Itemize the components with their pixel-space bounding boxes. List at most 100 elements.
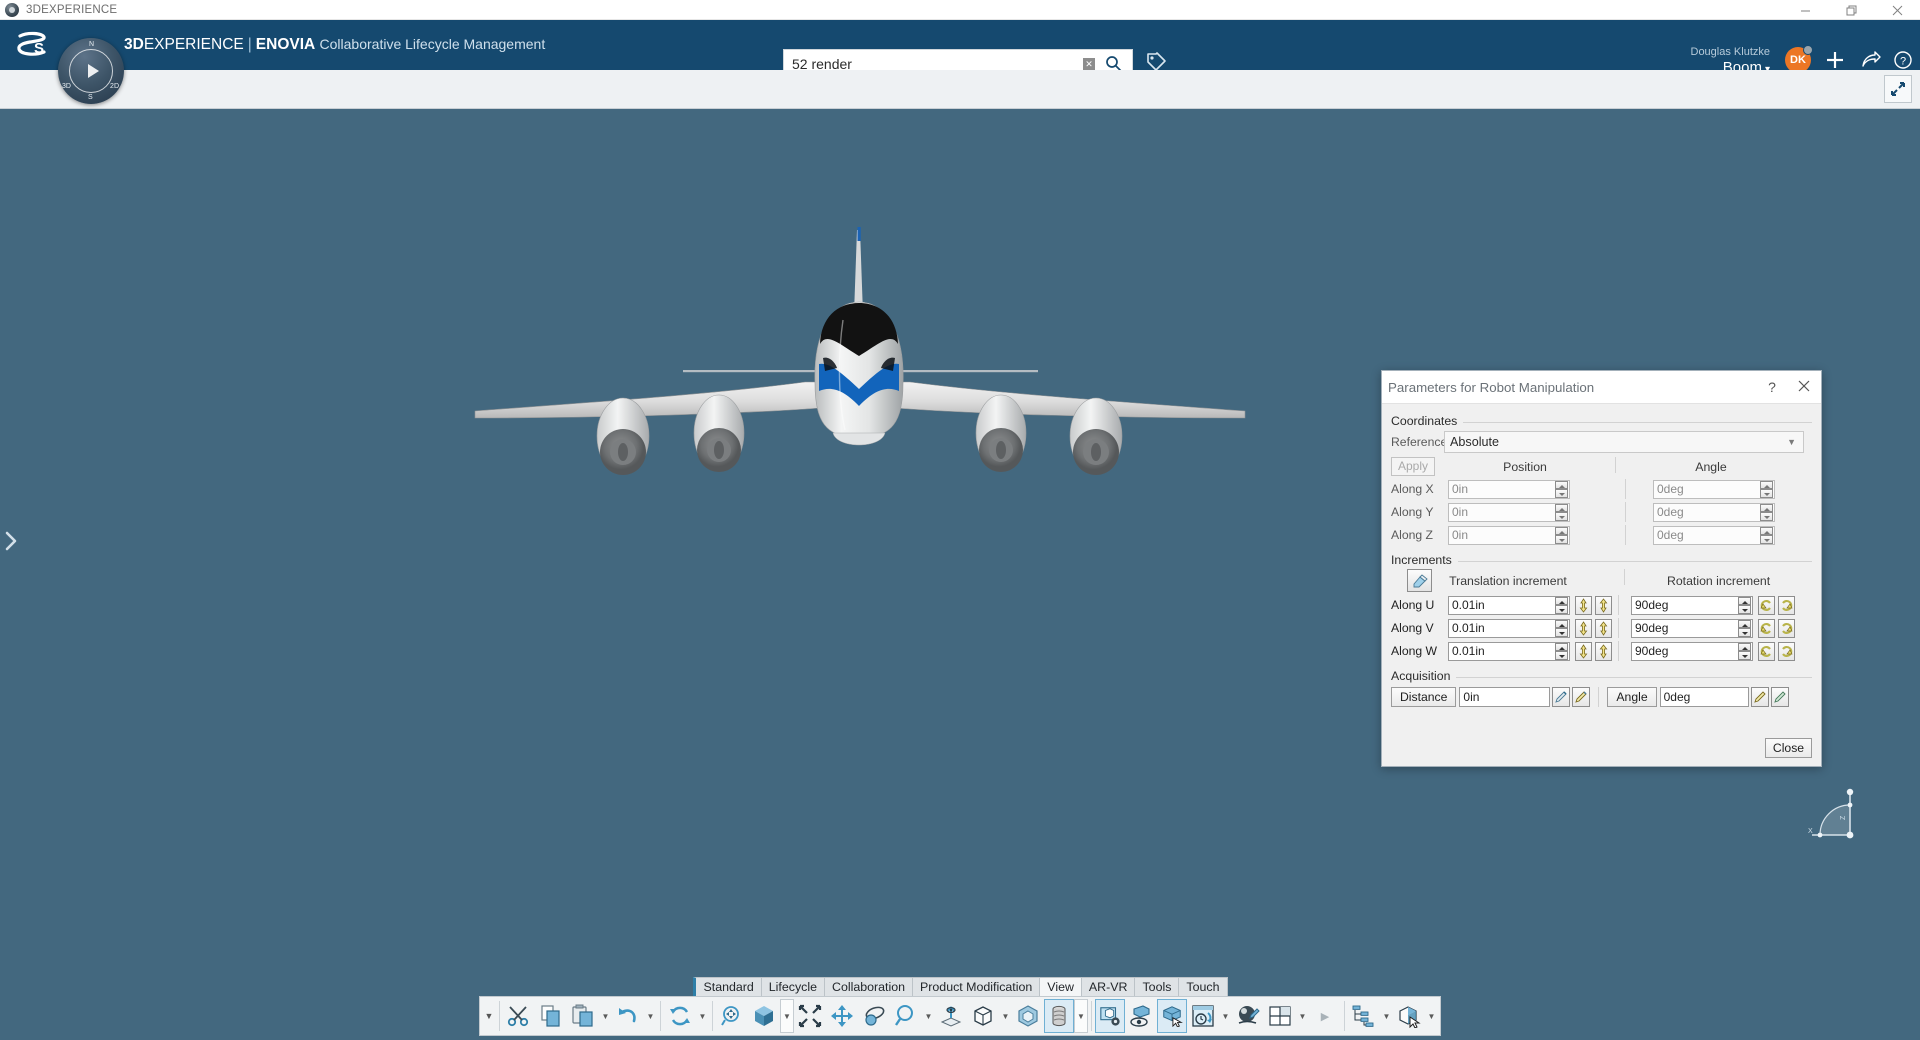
translation-v-stepper[interactable] (1555, 620, 1568, 637)
rotation-u-field[interactable]: 90deg (1631, 596, 1753, 615)
render-style-icon[interactable] (1012, 998, 1044, 1034)
3d-viewport[interactable]: Z X Parameters for Robot Manipulation ? … (0, 109, 1920, 1040)
rotate-cw-icon[interactable] (1778, 642, 1795, 661)
hide-show-icon[interactable] (1125, 998, 1157, 1034)
3d-compass-icon[interactable]: N S 3D 2D (58, 38, 124, 104)
copy-icon[interactable] (535, 998, 567, 1034)
swap-visible-space-icon[interactable] (1157, 999, 1187, 1033)
view-cube-dropdown-icon[interactable]: ▼ (780, 999, 794, 1033)
translation-u-field[interactable]: 0.01in (1448, 596, 1570, 615)
tab-ar-vr[interactable]: AR-VR (1081, 977, 1136, 996)
toolbar-overflow-icon[interactable]: ▼ (482, 997, 496, 1035)
eraser-icon[interactable] (1407, 569, 1432, 592)
grid-icon[interactable] (1264, 998, 1296, 1034)
translation-v-field[interactable]: 0.01in (1448, 619, 1570, 638)
distance-field[interactable]: 0in (1459, 687, 1550, 707)
minimize-button[interactable] (1782, 0, 1828, 20)
apply-button[interactable]: Apply (1391, 457, 1435, 476)
view-mode-dropdown-icon[interactable]: ▼ (999, 998, 1012, 1034)
pick-angle-icon[interactable] (1751, 687, 1769, 707)
chevron-down-icon[interactable]: ▼ (1787, 437, 1796, 447)
clear-icon[interactable]: ✕ (1083, 58, 1095, 70)
pan-icon[interactable] (826, 998, 858, 1034)
tab-tools[interactable]: Tools (1134, 977, 1179, 996)
undo-dropdown-icon[interactable]: ▼ (644, 998, 657, 1034)
dialog-title-bar[interactable]: Parameters for Robot Manipulation ? (1382, 371, 1821, 404)
update-dropdown-icon[interactable]: ▼ (696, 998, 709, 1034)
tab-collaboration[interactable]: Collaboration (824, 977, 913, 996)
dialog-close-icon[interactable] (1787, 379, 1821, 395)
rotate-icon[interactable] (858, 998, 890, 1034)
arrow-down-icon[interactable] (1575, 619, 1592, 638)
rotate-ccw-icon[interactable] (1758, 596, 1775, 615)
tree-dropdown-icon[interactable]: ▼ (1380, 998, 1393, 1034)
angle-x-stepper[interactable] (1760, 481, 1773, 498)
rotate-ccw-icon[interactable] (1758, 619, 1775, 638)
edit-environment-icon[interactable] (1232, 998, 1264, 1034)
close-button[interactable] (1874, 0, 1920, 20)
position-y-stepper[interactable] (1555, 504, 1568, 521)
position-z-field[interactable]: 0in (1448, 526, 1570, 545)
rotate-cw-icon[interactable] (1778, 619, 1795, 638)
chevron-right-icon[interactable] (4, 529, 18, 557)
pick-angle-alt-icon[interactable] (1771, 687, 1789, 707)
tab-product-modification[interactable]: Product Modification (912, 977, 1040, 996)
rotation-v-field[interactable]: 90deg (1631, 619, 1753, 638)
paste-dropdown-icon[interactable]: ▼ (599, 998, 612, 1034)
angle-button[interactable]: Angle (1607, 687, 1656, 707)
angle-x-field[interactable]: 0deg (1653, 480, 1775, 499)
pick-distance-icon[interactable] (1552, 687, 1570, 707)
tab-lifecycle[interactable]: Lifecycle (761, 977, 825, 996)
play-icon[interactable]: ▶ (1309, 998, 1341, 1034)
arrow-up-icon[interactable] (1595, 642, 1612, 661)
position-x-stepper[interactable] (1555, 481, 1568, 498)
tab-touch[interactable]: Touch (1178, 977, 1227, 996)
arrow-down-icon[interactable] (1575, 642, 1592, 661)
update-icon[interactable] (664, 998, 696, 1034)
cut-icon[interactable] (503, 998, 535, 1034)
pan-zoom-icon[interactable] (716, 998, 748, 1034)
tab-view[interactable]: View (1039, 977, 1082, 996)
3ds-logo-icon[interactable]: S (8, 29, 60, 61)
angle-z-stepper[interactable] (1760, 527, 1773, 544)
arrow-down-icon[interactable] (1575, 596, 1592, 615)
view-cube-icon[interactable] (967, 998, 999, 1034)
dialog-close-button[interactable]: Close (1765, 738, 1812, 758)
arrow-up-icon[interactable] (1595, 596, 1612, 615)
rotation-v-stepper[interactable] (1738, 620, 1751, 637)
history-icon[interactable] (1187, 998, 1219, 1034)
rotation-w-stepper[interactable] (1738, 643, 1751, 660)
restore-button[interactable] (1828, 0, 1874, 20)
fit-all-icon[interactable] (794, 998, 826, 1034)
position-y-field[interactable]: 0in (1448, 503, 1570, 522)
pick-distance-alt-icon[interactable] (1572, 687, 1590, 707)
normal-view-icon[interactable] (935, 998, 967, 1034)
clipping-icon[interactable] (1044, 999, 1074, 1033)
collapse-expand-icon[interactable] (1884, 75, 1912, 103)
dialog-help-button[interactable]: ? (1757, 379, 1787, 395)
translation-w-stepper[interactable] (1555, 643, 1568, 660)
position-x-field[interactable]: 0in (1448, 480, 1570, 499)
rotate-cw-icon[interactable] (1778, 596, 1795, 615)
grid-dropdown-icon[interactable]: ▼ (1296, 998, 1309, 1034)
zoom-dropdown-icon[interactable]: ▼ (922, 998, 935, 1034)
iso-view-cube-icon[interactable] (748, 998, 780, 1034)
angle-y-field[interactable]: 0deg (1653, 503, 1775, 522)
translation-u-stepper[interactable] (1555, 597, 1568, 614)
history-dropdown-icon[interactable]: ▼ (1219, 998, 1232, 1034)
angle-y-stepper[interactable] (1760, 504, 1773, 521)
rotate-ccw-icon[interactable] (1758, 642, 1775, 661)
rotation-w-field[interactable]: 90deg (1631, 642, 1753, 661)
zoom-icon[interactable] (890, 998, 922, 1034)
apply-material-icon[interactable] (1095, 999, 1125, 1033)
robot-manipulation-dialog[interactable]: Parameters for Robot Manipulation ? Coor… (1381, 370, 1822, 767)
tree-icon[interactable] (1348, 998, 1380, 1034)
tab-standard[interactable]: Standard (693, 977, 761, 996)
clipping-dropdown-icon[interactable]: ▼ (1074, 999, 1088, 1033)
rotation-u-stepper[interactable] (1738, 597, 1751, 614)
reference-select[interactable]: Absolute ▼ (1444, 431, 1804, 453)
angle-z-field[interactable]: 0deg (1653, 526, 1775, 545)
distance-button[interactable]: Distance (1391, 687, 1456, 707)
paste-icon[interactable] (567, 998, 599, 1034)
pick-object-dropdown-icon[interactable]: ▼ (1425, 998, 1438, 1034)
